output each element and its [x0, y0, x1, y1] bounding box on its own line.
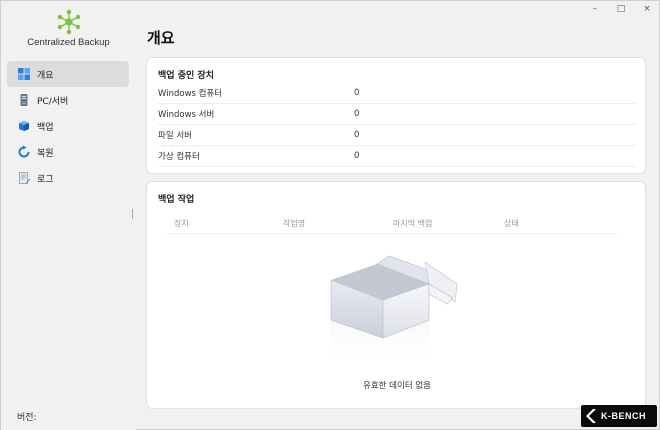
devices-card-title: 백업 중인 장치 — [158, 71, 214, 81]
app-window: – □ × Centralized Backup 개요 PC/서버 백업 복원 … — [0, 0, 660, 430]
watermark-text: K-BENCH — [601, 411, 646, 421]
sidebar-item-backup[interactable]: 백업 — [7, 113, 129, 139]
sidebar-item-label: 로그 — [37, 174, 54, 185]
app-logo-icon — [57, 9, 80, 35]
device-row-count: 0 — [354, 130, 360, 140]
empty-state-text: 유효한 데이터 없음 — [363, 381, 431, 391]
sidebar-item-label: 개요 — [37, 70, 54, 81]
sidebar: Centralized Backup 개요 PC/서버 백업 복원 로그 버전: — [1, 1, 136, 430]
device-row-count: 0 — [354, 109, 360, 119]
maximize-button[interactable]: □ — [615, 4, 627, 14]
version-label: 버전: — [17, 413, 37, 423]
brand: Centralized Backup — [1, 9, 136, 48]
log-icon — [17, 171, 31, 185]
sidebar-item-label: 백업 — [37, 122, 54, 133]
watermark: K-BENCH — [581, 405, 657, 427]
restore-icon — [17, 145, 31, 159]
close-button[interactable]: × — [641, 4, 653, 14]
device-row-count: 0 — [354, 88, 360, 98]
backup-jobs-card-title: 백업 작업 — [158, 195, 195, 205]
pc-server-icon — [17, 93, 31, 107]
backup-cube-icon — [17, 119, 31, 133]
devices-card: 백업 중인 장치 Windows 컴퓨터 0 Windows 서버 0 파일 서… — [146, 57, 646, 174]
device-row-label: Windows 서버 — [158, 110, 215, 120]
device-row: 가상 컴퓨터 0 — [158, 146, 635, 167]
page-title: 개요 — [147, 29, 175, 47]
device-row: Windows 컴퓨터 0 — [158, 83, 635, 104]
watermark-logo-icon — [586, 409, 596, 423]
column-header-device[interactable]: 장치 — [174, 218, 189, 229]
sidebar-item-log[interactable]: 로그 — [7, 165, 129, 191]
window-controls: – □ × — [589, 1, 653, 17]
sidebar-splitter-handle[interactable] — [132, 209, 133, 219]
sidebar-item-pc-server[interactable]: PC/서버 — [7, 87, 129, 113]
jobs-table-header: 장치 작업명 마지막 백업 상태 — [167, 216, 617, 234]
backup-jobs-card: 백업 작업 장치 작업명 마지막 백업 상태 유효한 데이터 없음 — [146, 181, 646, 409]
sidebar-item-restore[interactable]: 복원 — [7, 139, 129, 165]
column-header-status[interactable]: 상태 — [504, 218, 519, 229]
device-row: Windows 서버 0 — [158, 104, 635, 125]
minimize-button[interactable]: – — [589, 4, 601, 14]
sidebar-item-overview[interactable]: 개요 — [7, 61, 129, 87]
empty-box-illustration — [330, 255, 458, 366]
device-row-label: Windows 컴퓨터 — [158, 89, 223, 99]
app-name: Centralized Backup — [27, 37, 110, 48]
sidebar-nav: 개요 PC/서버 백업 복원 로그 — [7, 61, 129, 191]
sidebar-item-label: PC/서버 — [37, 96, 69, 107]
device-row-label: 파일 서버 — [158, 131, 192, 141]
column-header-job-name[interactable]: 작업명 — [283, 218, 305, 229]
sidebar-item-label: 복원 — [37, 148, 54, 159]
device-row-label: 가상 컴퓨터 — [158, 152, 200, 162]
dashboard-icon — [17, 67, 31, 81]
device-row: 파일 서버 0 — [158, 125, 635, 146]
device-row-count: 0 — [354, 151, 360, 161]
column-header-last-backup[interactable]: 마지막 백업 — [393, 218, 432, 229]
